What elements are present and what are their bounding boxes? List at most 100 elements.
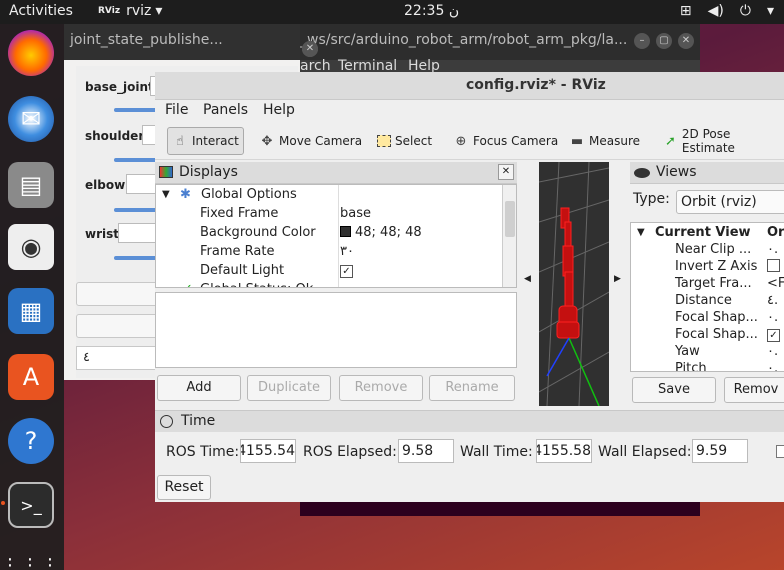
joint-value-wrist[interactable] (118, 223, 158, 243)
focal-shape-checkbox[interactable]: ✓ (767, 329, 780, 342)
joint-label-wrist: wrist (85, 227, 119, 241)
expand-arrow-icon[interactable]: ▼ (162, 189, 170, 200)
menu-help[interactable]: Help (263, 102, 295, 118)
app-grid-icon[interactable]: ⋮⋮⋮ (1, 542, 59, 570)
clock[interactable]: 22:35 ن (404, 3, 459, 19)
rhythmbox-icon[interactable]: ◉ (8, 224, 54, 270)
tool-select[interactable]: Select (373, 127, 436, 155)
right-splitter[interactable]: ▶ (610, 162, 626, 406)
reset-button[interactable]: Reset (157, 475, 211, 500)
firefox-icon[interactable] (8, 30, 54, 76)
help-icon[interactable]: ? (8, 418, 54, 464)
collapse-left-icon[interactable]: ◀ (524, 274, 531, 284)
files-icon[interactable]: ▤ (8, 162, 54, 208)
time-header: Time (155, 410, 784, 432)
add-button[interactable]: Add (157, 375, 241, 401)
ros-elapsed-field[interactable]: 9.58 (398, 439, 454, 463)
3d-view[interactable] (539, 162, 609, 406)
ruler-icon: ▬ (570, 133, 584, 149)
tree-row-view-prop[interactable]: Near Clip ... ٠. (631, 242, 784, 259)
tree-row-view-prop[interactable]: Distance ٤. (631, 293, 784, 310)
system-tray[interactable]: ⊞ ◀) ⏻ ▾ (680, 3, 774, 19)
collapse-right-icon[interactable]: ▶ (614, 274, 621, 284)
tool-move-camera[interactable]: ✥ Move Camera (255, 127, 366, 155)
close-icon[interactable]: ✕ (302, 41, 318, 57)
terminal-icon[interactable]: >_ (8, 482, 54, 528)
wall-elapsed-label: Wall Elapsed: (598, 444, 692, 460)
experimental-checkbox[interactable] (776, 445, 784, 458)
wall-time-label: Wall Time: (460, 444, 533, 460)
maximize-icon[interactable]: ▢ (656, 33, 672, 49)
minimize-icon[interactable]: – (634, 33, 650, 49)
default-light-checkbox[interactable]: ✓ (340, 265, 353, 278)
jsp-title: joint_state_publishe... (70, 32, 223, 48)
crosshair-icon: ⊕ (455, 133, 467, 149)
tree-row-background-color[interactable]: Background Color 48; 48; 48 (156, 225, 504, 244)
tree-row-view-prop[interactable]: Focal Shap... ✓ (631, 327, 784, 344)
tree-row-frame-rate[interactable]: Frame Rate ٣٠ (156, 244, 504, 263)
menu-panels[interactable]: Panels (203, 102, 248, 118)
ros-time-field[interactable]: 4155.54 (240, 439, 296, 463)
terminal-titlebar[interactable]: _ws/src/arduino_robot_arm/robot_arm_pkg/… (300, 24, 700, 60)
remove-button[interactable]: Remove (339, 375, 423, 401)
clock-icon (160, 415, 173, 428)
thunderbird-icon[interactable]: ✉ (8, 96, 54, 142)
save-view-button[interactable]: Save (632, 377, 716, 403)
eye-icon (634, 168, 650, 178)
dock: ✉ ▤ ◉ ▦ A ? >_ ⋮⋮⋮ (0, 24, 64, 570)
tree-row-view-prop[interactable]: Pitch ٠. (631, 361, 784, 371)
rename-button[interactable]: Rename (429, 375, 515, 401)
tree-row-view-prop[interactable]: Target Fra... <F (631, 276, 784, 293)
displays-tree: ▼ ✱ Global Options Fixed Frame base Back… (155, 184, 517, 288)
time-panel: Time ROS Time: 4155.54 ROS Elapsed: 9.58… (155, 410, 784, 502)
tree-row-current-view[interactable]: ▼ Current View Or (631, 225, 784, 242)
close-icon[interactable]: ✕ (678, 33, 694, 49)
wall-time-field[interactable]: 4155.58 (536, 439, 592, 463)
robot-arm-render (539, 162, 609, 406)
tree-row-view-prop[interactable]: Focal Shap... ٠. (631, 310, 784, 327)
view-type-select[interactable]: Orbit (rviz) (676, 190, 784, 214)
tool-2d-pose-estimate[interactable]: ➚ 2D Pose Estimate (659, 127, 784, 155)
ros-elapsed-label: ROS Elapsed: (303, 444, 397, 460)
duplicate-button[interactable]: Duplicate (247, 375, 331, 401)
power-icon: ⏻ (739, 3, 751, 19)
remove-view-button[interactable]: Remov (724, 377, 784, 403)
tree-row-global-options[interactable]: ▼ ✱ Global Options (156, 187, 504, 206)
active-indicator (1, 501, 5, 505)
tree-row-global-status[interactable]: ✓ Global Status: Ok (156, 282, 504, 287)
displays-header: Displays ✕ (155, 162, 517, 184)
display-description (155, 292, 517, 368)
rviz-titlebar[interactable]: config.rviz* - RViz (155, 72, 784, 100)
volume-icon: ◀) (707, 3, 724, 19)
left-splitter[interactable]: ◀ (521, 162, 535, 406)
views-header: Views (630, 162, 784, 184)
software-center-icon[interactable]: A (8, 354, 54, 400)
invert-z-checkbox[interactable] (767, 259, 780, 272)
close-icon[interactable]: ✕ (498, 164, 514, 180)
app-menu[interactable]: RViz rviz ▾ (98, 3, 162, 19)
activities-button[interactable]: Activities (9, 3, 73, 19)
tree-row-view-prop[interactable]: Yaw ٠. (631, 344, 784, 361)
green-arrow-icon: ➚ (665, 133, 676, 149)
scroll-thumb[interactable] (505, 201, 515, 237)
displays-scrollbar[interactable] (502, 185, 516, 287)
color-swatch (340, 226, 351, 237)
rviz-app-icon: RViz (98, 6, 121, 16)
hand-pointer-icon: ☝ (176, 133, 184, 149)
expand-arrow-icon[interactable]: ▼ (637, 227, 645, 238)
tool-focus-camera[interactable]: ⊕ Focus Camera (449, 127, 562, 155)
rviz-menubar: File Panels Help (155, 100, 784, 122)
jsp-titlebar[interactable]: joint_state_publishe... – ▢ ✕ (64, 24, 318, 60)
monitor-icon (159, 166, 173, 178)
tool-interact[interactable]: ☝ Interact (167, 127, 244, 155)
tool-measure[interactable]: ▬ Measure (565, 127, 644, 155)
wall-elapsed-field[interactable]: 9.59 (692, 439, 748, 463)
menu-file[interactable]: File (165, 102, 188, 118)
libreoffice-writer-icon[interactable]: ▦ (8, 288, 54, 334)
tree-row-fixed-frame[interactable]: Fixed Frame base (156, 206, 504, 225)
tree-row-view-prop[interactable]: Invert Z Axis (631, 259, 784, 276)
tree-row-default-light[interactable]: Default Light ✓ (156, 263, 504, 282)
rviz-toolbar: ☝ Interact ✥ Move Camera Select ⊕ Focus … (155, 122, 784, 160)
app-name: rviz (126, 3, 152, 19)
rviz-title: config.rviz* - RViz (466, 77, 606, 93)
